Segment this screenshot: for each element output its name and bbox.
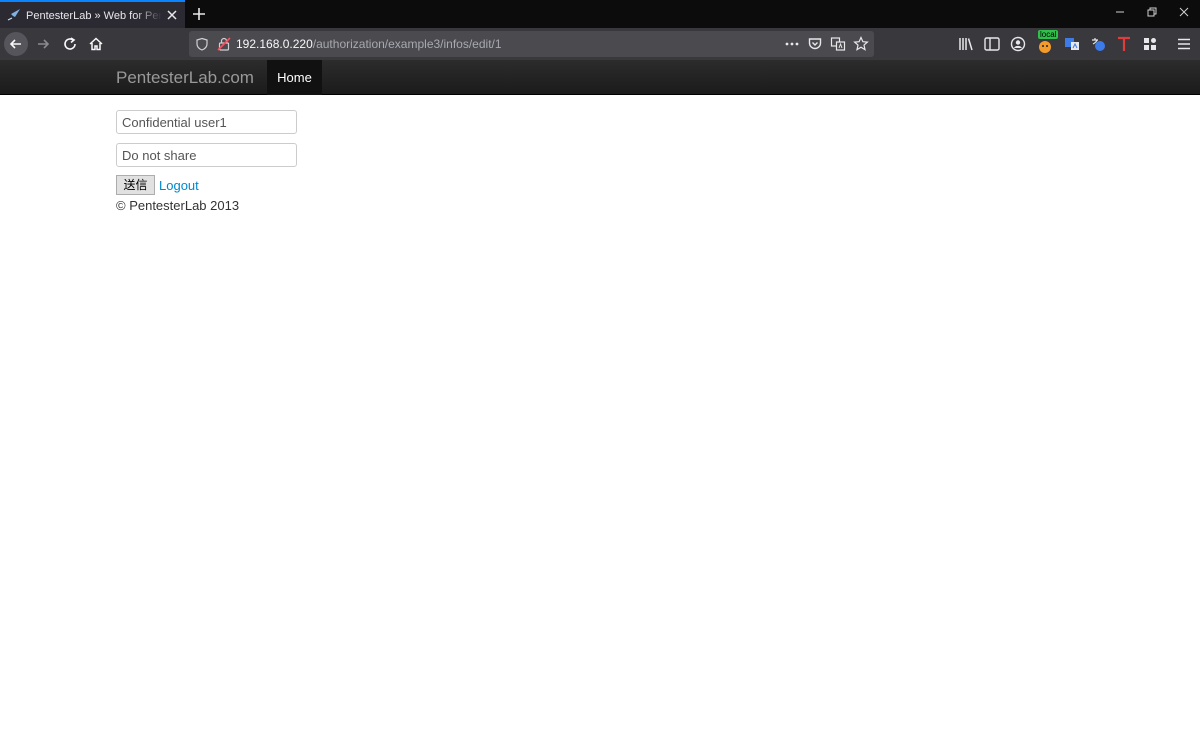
logout-link[interactable]: Logout (159, 178, 199, 193)
minimize-window-icon[interactable] (1113, 5, 1127, 19)
insecure-lock-icon[interactable] (217, 37, 231, 51)
back-arrow-icon (9, 39, 21, 49)
home-button[interactable] (84, 32, 108, 56)
language-extension-icon[interactable] (1089, 35, 1107, 53)
tracking-protection-shield-icon[interactable] (195, 37, 209, 51)
restore-window-icon[interactable] (1145, 5, 1159, 19)
bookmark-star-icon[interactable] (853, 36, 869, 52)
url-host: 192.168.0.220 (236, 37, 313, 51)
forward-button[interactable] (31, 32, 55, 56)
tab-strip: PentesterLab » Web for Pentester (0, 0, 1200, 28)
url-path: /authorization/example3/infos/edit/1 (312, 37, 502, 51)
sidebar-toggle-icon[interactable] (983, 35, 1001, 53)
site-brand[interactable]: PentesterLab.com (116, 68, 254, 88)
local-proxy-extension-button[interactable]: local (1036, 30, 1059, 53)
info-title-field[interactable] (116, 110, 297, 134)
fox-extension-icon (1039, 41, 1051, 53)
info-detail-field[interactable] (116, 143, 297, 167)
reload-icon (64, 37, 76, 50)
url-text[interactable]: 192.168.0.220/authorization/example3/inf… (236, 36, 502, 52)
reload-button[interactable] (58, 32, 82, 56)
submit-button[interactable]: 送信 (116, 175, 155, 195)
local-badge: local (1038, 30, 1059, 39)
site-navbar: PentesterLab.com Home (0, 60, 1200, 95)
url-bar[interactable]: 192.168.0.220/authorization/example3/inf… (189, 31, 874, 57)
page-actions-menu-icon[interactable] (784, 36, 800, 52)
new-tab-plus-icon[interactable] (191, 6, 207, 22)
forward-arrow-icon (38, 39, 50, 49)
library-icon[interactable] (957, 35, 975, 53)
t-extension-icon[interactable] (1115, 35, 1133, 53)
browser-tab-active[interactable]: PentesterLab » Web for Pentester (0, 0, 185, 28)
tab-title: PentesterLab » Web for Pentester (26, 10, 162, 22)
footer-copyright: © PentesterLab 2013 (116, 198, 240, 213)
close-window-icon[interactable] (1177, 5, 1191, 19)
extensions-grid-icon[interactable] (1141, 35, 1159, 53)
browser-toolbar: 192.168.0.220/authorization/example3/inf… (0, 28, 1200, 60)
home-icon (89, 37, 103, 51)
hamburger-menu-icon[interactable] (1175, 35, 1193, 53)
translate-icon[interactable] (830, 36, 846, 52)
pentesterlab-favicon-icon (7, 9, 20, 21)
translator-extension-icon[interactable] (1063, 35, 1081, 53)
nav-home-link[interactable]: Home (267, 60, 322, 95)
close-tab-icon[interactable] (165, 8, 179, 22)
account-icon[interactable] (1009, 35, 1027, 53)
pocket-icon[interactable] (807, 36, 823, 52)
back-button[interactable] (4, 32, 28, 56)
